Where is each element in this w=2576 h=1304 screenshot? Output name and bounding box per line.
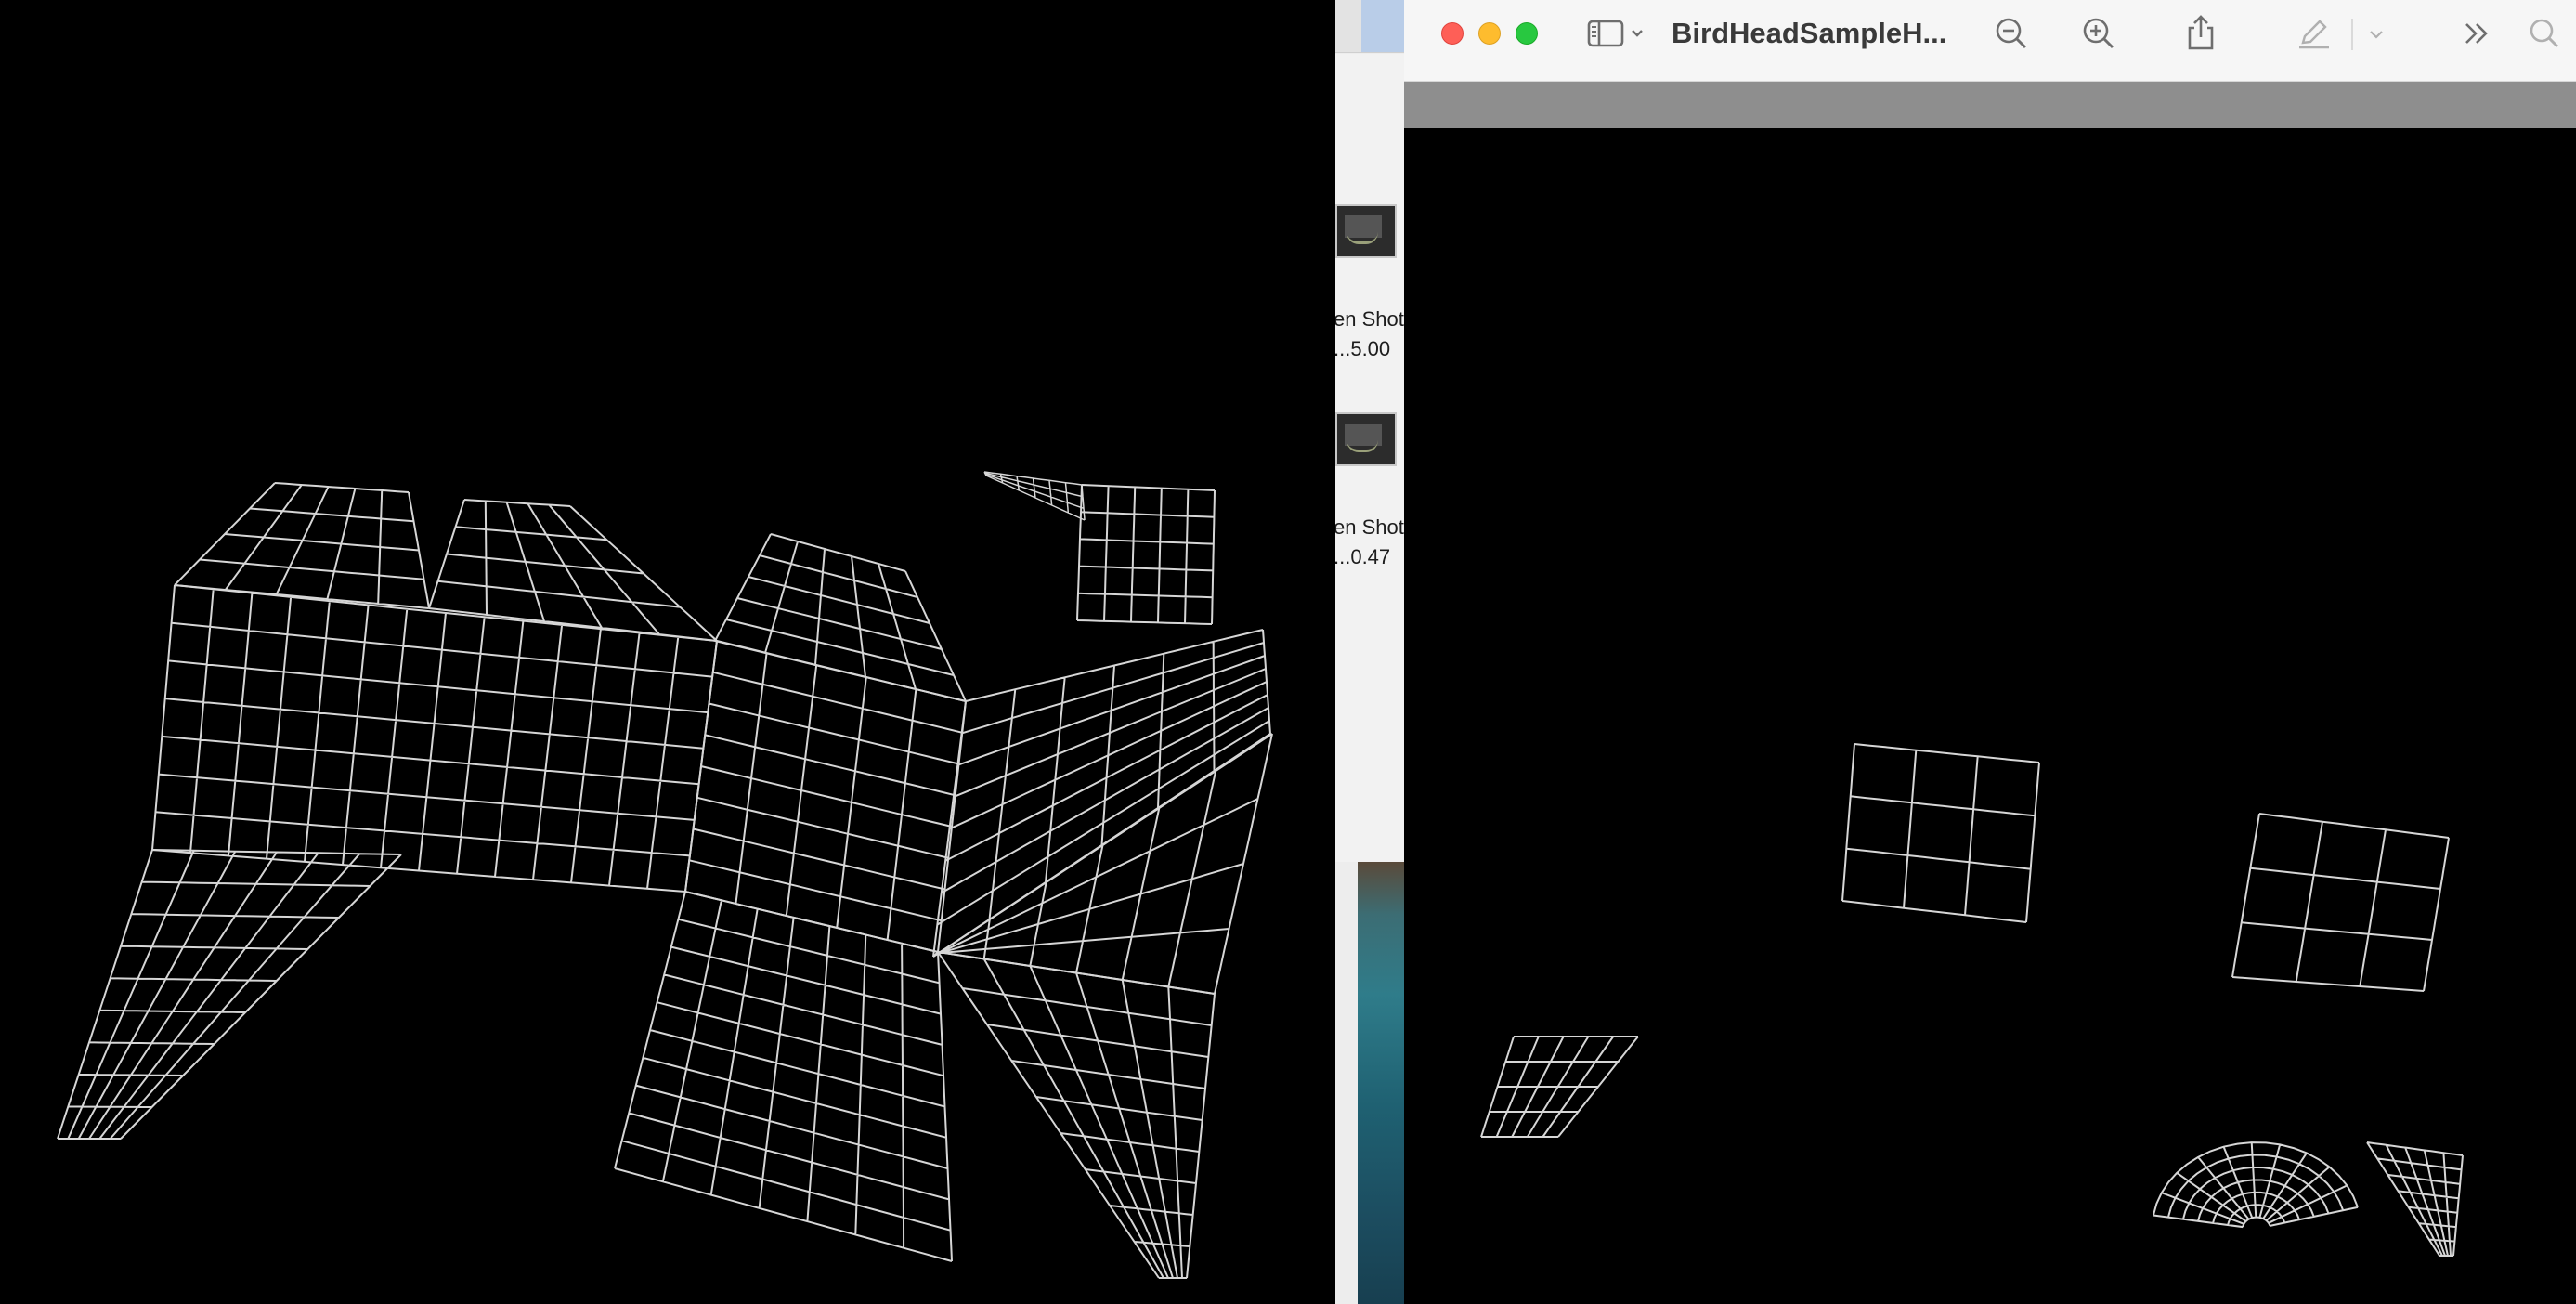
mesh-grid-lines <box>684 640 967 953</box>
mesh-grid-lines <box>983 471 1086 521</box>
fullscreen-window-button[interactable] <box>1516 22 1538 45</box>
sidebar-toggle-button[interactable] <box>1586 13 1651 54</box>
mesh-island-square-b <box>2231 813 2450 992</box>
minimize-window-button[interactable] <box>1478 22 1501 45</box>
mesh-grid-lines <box>614 891 953 1262</box>
share-button[interactable] <box>2180 13 2221 54</box>
mesh-grid-lines <box>937 951 1216 1279</box>
mesh-grid-lines <box>1076 484 1216 625</box>
mesh-island-square-a <box>1841 743 2040 923</box>
mesh-island-tab <box>1076 484 1216 625</box>
mesh-island-fan-block <box>614 891 953 1262</box>
window-titlebar[interactable]: BirdHeadSampleH... <box>1404 0 2576 82</box>
mesh-grid-lines <box>428 499 718 642</box>
chevron-down-icon <box>2370 31 2383 39</box>
markup-button[interactable] <box>2294 13 2335 54</box>
document-margin-band <box>1404 82 2576 128</box>
mesh-grid-lines <box>932 733 1273 995</box>
mesh-grid-lines <box>1841 743 2040 923</box>
more-chevrons-icon <box>2465 23 2488 44</box>
finder-file-time: ...5.00 <box>1335 337 1391 360</box>
toolbar-divider <box>2351 19 2353 50</box>
uv-wireframe-mesh <box>57 471 1273 1279</box>
mesh-grid-lines <box>2231 813 2450 992</box>
preview-window: BirdHeadSampleH... <box>1404 0 2576 1304</box>
mesh-island-stretch <box>983 471 1086 521</box>
sidebar-icon <box>1587 20 1643 47</box>
uv-mesh-viewport[interactable] <box>0 0 1335 1304</box>
finder-file-label[interactable]: en Shot ...0.47 <box>1335 513 1404 572</box>
zoom-out-button[interactable] <box>1991 13 2032 54</box>
mesh-island-top-mid <box>428 499 718 642</box>
mesh-grid-lines <box>714 533 967 702</box>
finder-window-edge: en Shot ...5.00 en Shot ...0.47 <box>1335 0 1404 1304</box>
zoom-in-button[interactable] <box>2078 13 2119 54</box>
zoom-out-icon <box>1996 18 2027 49</box>
more-tools-button[interactable] <box>2457 13 2498 54</box>
share-icon <box>2188 15 2214 50</box>
mesh-island-wedge-right <box>937 951 1216 1279</box>
zoom-in-icon <box>2083 18 2114 49</box>
mesh-island-fan <box>2152 1141 2359 1229</box>
search-button[interactable] <box>2524 13 2565 54</box>
mesh-island-body-mid <box>684 640 967 953</box>
finder-file-name: en Shot <box>1335 307 1404 331</box>
desktop-wallpaper <box>1358 862 1404 1304</box>
uv-islands-image <box>1480 743 2464 1257</box>
markup-menu-button[interactable] <box>2362 13 2390 54</box>
screenshot-thumbnail[interactable] <box>1335 412 1397 466</box>
mesh-grid-lines <box>932 629 1271 958</box>
close-window-button[interactable] <box>1441 22 1464 45</box>
markup-pen-icon <box>2299 20 2329 49</box>
finder-file-time: ...0.47 <box>1335 545 1391 568</box>
finder-file-name: en Shot <box>1335 515 1404 539</box>
mesh-island-wedge <box>2366 1141 2464 1257</box>
mesh-island-flap <box>932 629 1271 958</box>
screenshot-thumbnail[interactable] <box>1335 204 1397 258</box>
mesh-fan-lines <box>2152 1141 2359 1229</box>
finder-file-list: en Shot ...5.00 en Shot ...0.47 <box>1335 54 1404 862</box>
document-canvas[interactable] <box>1404 128 2576 1304</box>
search-icon <box>2530 19 2559 48</box>
mesh-island-wedge-left <box>57 849 402 1140</box>
window-title: BirdHeadSampleH... <box>1672 17 1947 49</box>
mesh-grid-lines <box>2366 1141 2464 1257</box>
mesh-grid-lines <box>57 849 402 1140</box>
mesh-island-hump <box>714 533 967 702</box>
mesh-island-flap-lower <box>932 733 1273 995</box>
mesh-island-trapezoid <box>1480 1036 1639 1138</box>
mesh-grid-lines <box>1480 1036 1639 1138</box>
finder-selection-edge <box>1361 0 1404 52</box>
finder-file-label[interactable]: en Shot ...5.00 <box>1335 305 1404 364</box>
